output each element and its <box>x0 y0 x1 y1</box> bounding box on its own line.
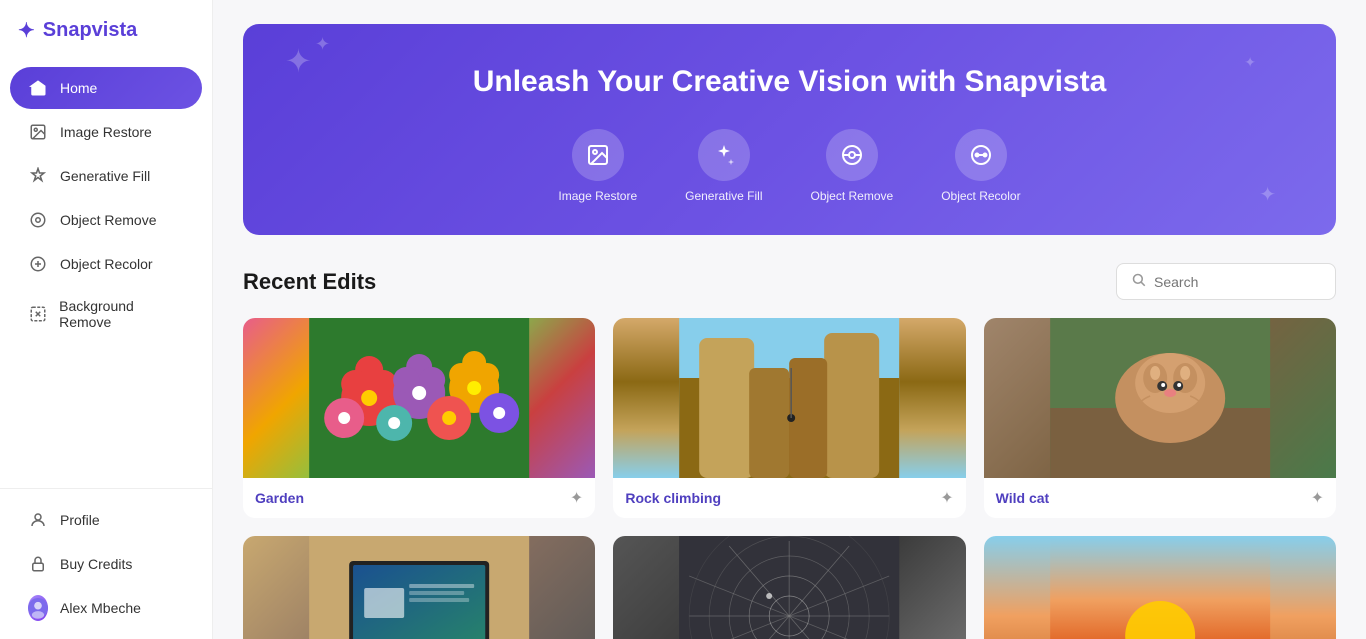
nav-list: Home Image Restore Generative Fill Object R… <box>0 65 212 343</box>
sidebar-item-label-buy-credits: Buy Credits <box>60 556 132 572</box>
hero-tool-icon-object-recolor <box>955 129 1007 181</box>
image-card-sunset[interactable]: Sunset ✦ <box>984 536 1336 639</box>
object-remove-icon <box>28 210 48 230</box>
image-card-rock-climbing[interactable]: Rock climbing ✦ <box>613 318 965 518</box>
app-logo[interactable]: ✦ Snapvista <box>0 18 212 65</box>
image-thumbnail-garden <box>243 318 595 478</box>
hero-tool-image-restore[interactable]: Image Restore <box>558 129 637 203</box>
recent-edits-title: Recent Edits <box>243 269 376 295</box>
sidebar-item-buy-credits[interactable]: Buy Credits <box>10 543 202 585</box>
sparkle-icon-garden: ✦ <box>570 488 583 508</box>
image-restore-icon <box>28 122 48 142</box>
hero-tool-label-image-restore: Image Restore <box>558 189 637 203</box>
lock-icon <box>28 554 48 574</box>
hero-tools: Image Restore Generative Fill Object Rem… <box>275 129 1304 203</box>
sidebar-item-home[interactable]: Home <box>10 67 202 109</box>
image-card-wild-cat[interactable]: Wild cat ✦ <box>984 318 1336 518</box>
avatar <box>28 595 48 621</box>
user-avatar <box>28 598 48 618</box>
image-card-footer-wild-cat: Wild cat ✦ <box>984 478 1336 518</box>
hero-tool-icon-generative-fill <box>698 129 750 181</box>
image-grid: Garden ✦ Rock climbing ✦ <box>243 318 1336 639</box>
sidebar-item-label-home: Home <box>60 80 97 96</box>
hero-tool-object-recolor[interactable]: Object Recolor <box>941 129 1020 203</box>
app-name: Snapvista <box>43 19 137 42</box>
hero-title: Unleash Your Creative Vision with Snapvi… <box>275 62 1304 101</box>
generative-fill-icon <box>28 166 48 186</box>
recent-edits-header: Recent Edits <box>243 263 1336 300</box>
image-card-name-wild-cat: Wild cat <box>996 490 1050 506</box>
hero-tool-generative-fill[interactable]: Generative Fill <box>685 129 762 203</box>
sidebar-item-label-generative-fill: Generative Fill <box>60 168 150 184</box>
image-card-spiderweb[interactable]: Spider web ✦ <box>613 536 965 639</box>
sidebar-bottom: Profile Buy Credits Alex Mbeche <box>0 488 212 639</box>
sidebar-item-label-background-remove: Background Remove <box>59 298 184 330</box>
image-card-laptop[interactable]: Laptop ✦ <box>243 536 595 639</box>
image-card-garden[interactable]: Garden ✦ <box>243 318 595 518</box>
sidebar-item-image-restore[interactable]: Image Restore <box>10 111 202 153</box>
deco-star-2: ✦ <box>315 34 330 55</box>
sidebar-item-object-remove[interactable]: Object Remove <box>10 199 202 241</box>
image-card-name-garden: Garden <box>255 490 304 506</box>
background-remove-icon <box>28 304 47 324</box>
sidebar-item-generative-fill[interactable]: Generative Fill <box>10 155 202 197</box>
image-card-footer-garden: Garden ✦ <box>243 478 595 518</box>
hero-tool-icon-object-remove <box>826 129 878 181</box>
sidebar-item-profile[interactable]: Profile <box>10 499 202 541</box>
home-icon <box>28 78 48 98</box>
sidebar-item-label-profile: Profile <box>60 512 100 528</box>
sparkle-icon-rock-climbing: ✦ <box>940 488 953 508</box>
hero-tool-label-generative-fill: Generative Fill <box>685 189 762 203</box>
object-recolor-icon <box>28 254 48 274</box>
hero-tool-icon-image-restore <box>572 129 624 181</box>
hero-tool-label-object-recolor: Object Recolor <box>941 189 1020 203</box>
image-card-name-rock-climbing: Rock climbing <box>625 490 721 506</box>
profile-icon <box>28 510 48 530</box>
sidebar: ✦ Snapvista Home Image Restore Generative … <box>0 0 213 639</box>
image-thumbnail-sunset <box>984 536 1336 639</box>
main-content: ✦ ✦ ✦ ✦ Unleash Your Creative Vision wit… <box>213 0 1366 639</box>
sidebar-item-label-object-recolor: Object Recolor <box>60 256 153 272</box>
sidebar-item-object-recolor[interactable]: Object Recolor <box>10 243 202 285</box>
image-card-footer-rock-climbing: Rock climbing ✦ <box>613 478 965 518</box>
hero-tool-object-remove[interactable]: Object Remove <box>811 129 894 203</box>
image-thumbnail-spiderweb <box>613 536 965 639</box>
image-thumbnail-wild-cat <box>984 318 1336 478</box>
sidebar-item-label-user: Alex Mbeche <box>60 600 141 616</box>
sidebar-item-label-object-remove: Object Remove <box>60 212 156 228</box>
logo-icon: ✦ <box>18 18 35 43</box>
image-thumbnail-rock-climbing <box>613 318 965 478</box>
search-icon <box>1131 272 1146 291</box>
sparkle-icon-wild-cat: ✦ <box>1311 488 1324 508</box>
hero-banner: ✦ ✦ ✦ ✦ Unleash Your Creative Vision wit… <box>243 24 1336 235</box>
sidebar-item-label-image-restore: Image Restore <box>60 124 152 140</box>
sidebar-item-user[interactable]: Alex Mbeche <box>10 587 202 629</box>
search-input[interactable] <box>1154 274 1321 290</box>
search-box[interactable] <box>1116 263 1336 300</box>
hero-tool-label-object-remove: Object Remove <box>811 189 894 203</box>
image-thumbnail-laptop <box>243 536 595 639</box>
sidebar-item-background-remove[interactable]: Background Remove <box>10 287 202 341</box>
